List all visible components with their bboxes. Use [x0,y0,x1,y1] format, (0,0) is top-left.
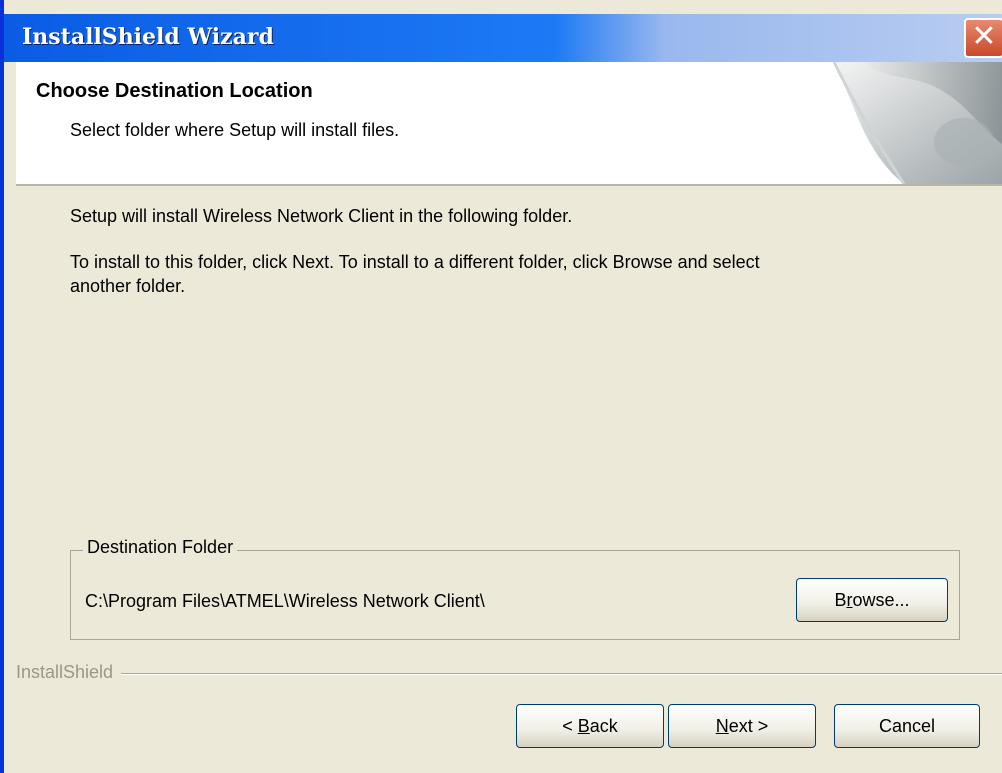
instructions-line-2: another folder. [70,276,186,296]
installshield-brand-divider: InstallShield [16,662,1002,683]
close-button[interactable]: ✕ [964,18,1002,58]
install-info-text: Setup will install Wireless Network Clie… [70,206,573,226]
page-title: Choose Destination Location [36,80,313,102]
installshield-wizard-window: InstallShield Wizard ✕ Choose Destinatio… [0,0,1002,773]
installshield-brand: InstallShield [16,662,122,683]
page-curl-icon [832,62,1002,184]
browse-button[interactable]: Browse... [796,578,948,622]
close-icon: ✕ [971,19,997,54]
instructions-line-1: To install to this folder, click Next. T… [70,252,760,272]
destination-folder-label: Destination Folder [83,537,238,558]
back-button[interactable]: < Back [516,704,664,748]
divider-line [16,673,1002,675]
destination-path: C:\Program Files\ATMEL\Wireless Network … [85,591,485,611]
cancel-button[interactable]: Cancel [834,704,980,748]
next-button[interactable]: Next > [668,704,816,748]
page-subtitle: Select folder where Setup will install f… [70,120,400,140]
header-panel: Choose Destination Location Select folde… [16,62,1002,186]
title-bar[interactable]: InstallShield Wizard ✕ [4,14,1002,62]
window-title: InstallShield Wizard [22,24,274,50]
